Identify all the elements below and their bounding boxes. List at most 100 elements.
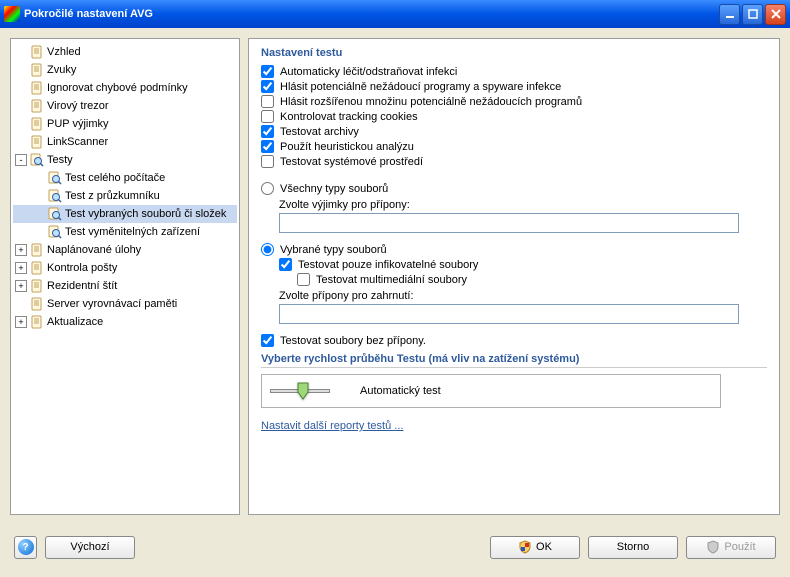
tree-item-label: Ignorovat chybové podmínky bbox=[47, 82, 188, 94]
cancel-button[interactable]: Storno bbox=[588, 536, 678, 559]
tree-item[interactable]: Test vybraných souborů či složek bbox=[13, 205, 237, 223]
tree-expand-icon[interactable]: + bbox=[15, 316, 27, 328]
page-icon bbox=[29, 98, 45, 114]
magnifier-icon bbox=[47, 188, 63, 204]
include-extensions-input[interactable] bbox=[279, 304, 739, 324]
tree-item[interactable]: Test vyměnitelných zařízení bbox=[13, 223, 237, 241]
chk-infectable[interactable] bbox=[279, 258, 292, 271]
page-icon bbox=[29, 116, 45, 132]
apply-button[interactable]: Použít bbox=[686, 536, 776, 559]
chk-multimedia-label: Testovat multimediální soubory bbox=[316, 274, 467, 286]
tree-expand-icon[interactable]: - bbox=[15, 154, 27, 166]
radio-all-row[interactable]: Všechny typy souborů bbox=[261, 182, 767, 195]
radio-all-label: Všechny typy souborů bbox=[280, 183, 388, 195]
titlebar: Pokročilé nastavení AVG bbox=[0, 0, 790, 28]
chk-infectable-label: Testovat pouze infikovatelné soubory bbox=[298, 259, 478, 271]
include-label: Zvolte přípony pro zahrnutí: bbox=[261, 290, 767, 302]
tree-item-label: Rezidentní štít bbox=[47, 280, 117, 292]
close-button[interactable] bbox=[765, 4, 786, 25]
tree-item-label: Kontrola pošty bbox=[47, 262, 117, 274]
speed-slider-box: Automatický test bbox=[261, 374, 721, 408]
setting-checkbox-row[interactable]: Hlásit rozšířenou množinu potenciálně ne… bbox=[261, 95, 767, 108]
chk-multimedia[interactable] bbox=[297, 273, 310, 286]
setting-checkbox-row[interactable]: Hlásit potenciálně nežádoucí programy a … bbox=[261, 80, 767, 93]
tree-item[interactable]: Ignorovat chybové podmínky bbox=[13, 79, 237, 97]
page-icon bbox=[29, 62, 45, 78]
setting-checkbox[interactable] bbox=[261, 155, 274, 168]
setting-checkbox[interactable] bbox=[261, 125, 274, 138]
tree-item[interactable]: + Kontrola pošty bbox=[13, 259, 237, 277]
help-button[interactable]: ? bbox=[14, 536, 37, 559]
page-icon bbox=[29, 44, 45, 60]
setting-checkbox[interactable] bbox=[261, 65, 274, 78]
app-icon bbox=[4, 6, 20, 22]
page-icon bbox=[29, 242, 45, 258]
reports-link[interactable]: Nastavit další reporty testů ... bbox=[261, 420, 403, 432]
tree-item-label: Test vyměnitelných zařízení bbox=[65, 226, 200, 238]
tree-expand-icon[interactable]: + bbox=[15, 244, 27, 256]
setting-checkbox-row[interactable]: Kontrolovat tracking cookies bbox=[261, 110, 767, 123]
tree-item-label: Virový trezor bbox=[47, 100, 109, 112]
chk-noext[interactable] bbox=[261, 334, 274, 347]
tree-item[interactable]: Vzhled bbox=[13, 43, 237, 61]
exclude-extensions-input[interactable] bbox=[279, 213, 739, 233]
default-button[interactable]: Výchozí bbox=[45, 536, 135, 559]
setting-checkbox-label: Testovat archivy bbox=[280, 126, 359, 138]
tree-item-label: LinkScanner bbox=[47, 136, 108, 148]
setting-checkbox-row[interactable]: Testovat archivy bbox=[261, 125, 767, 138]
radio-selected-types[interactable] bbox=[261, 243, 274, 256]
setting-checkbox-row[interactable]: Použít heuristickou analýzu bbox=[261, 140, 767, 153]
chk-infectable-row[interactable]: Testovat pouze infikovatelné soubory bbox=[261, 258, 767, 271]
setting-checkbox-row[interactable]: Automaticky léčit/odstraňovat infekci bbox=[261, 65, 767, 78]
tree-expand-icon[interactable]: + bbox=[15, 262, 27, 274]
chk-multimedia-row[interactable]: Testovat multimediální soubory bbox=[261, 273, 767, 286]
speed-slider[interactable] bbox=[270, 389, 330, 393]
tree-item-label: Naplánované úlohy bbox=[47, 244, 141, 256]
tree-item[interactable]: Virový trezor bbox=[13, 97, 237, 115]
tree-item-label: Zvuky bbox=[47, 64, 76, 76]
page-icon bbox=[29, 260, 45, 276]
setting-checkbox-label: Použít heuristickou analýzu bbox=[280, 141, 414, 153]
magnifier-icon bbox=[47, 224, 63, 240]
exclude-label: Zvolte výjimky pro přípony: bbox=[261, 199, 767, 211]
tree-item[interactable]: Test celého počítače bbox=[13, 169, 237, 187]
tree-item-label: Testy bbox=[47, 154, 73, 166]
setting-checkbox-label: Hlásit potenciálně nežádoucí programy a … bbox=[280, 81, 561, 93]
tree-item[interactable]: +Aktualizace bbox=[13, 313, 237, 331]
minimize-button[interactable] bbox=[719, 4, 740, 25]
tree-item[interactable]: PUP výjimky bbox=[13, 115, 237, 133]
nav-tree[interactable]: Vzhled Zvuky Ignorovat chybové podmínky Vir… bbox=[10, 38, 240, 515]
ok-button[interactable]: OK bbox=[490, 536, 580, 559]
setting-checkbox-label: Kontrolovat tracking cookies bbox=[280, 111, 418, 123]
shield-icon bbox=[518, 540, 532, 554]
tree-expand-icon[interactable]: + bbox=[15, 280, 27, 292]
setting-checkbox[interactable] bbox=[261, 110, 274, 123]
tree-item[interactable]: Server vyrovnávací paměti bbox=[13, 295, 237, 313]
setting-checkbox-row[interactable]: Testovat systémové prostředí bbox=[261, 155, 767, 168]
tree-item-label: Test vybraných souborů či složek bbox=[65, 208, 226, 220]
magnifier-icon bbox=[47, 206, 63, 222]
tree-item[interactable]: LinkScanner bbox=[13, 133, 237, 151]
tree-item[interactable]: + Naplánované úlohy bbox=[13, 241, 237, 259]
tree-item[interactable]: - Testy bbox=[13, 151, 237, 169]
tree-item[interactable]: Zvuky bbox=[13, 61, 237, 79]
magnifier-icon bbox=[47, 170, 63, 186]
page-icon bbox=[29, 314, 45, 330]
setting-checkbox-label: Testovat systémové prostředí bbox=[280, 156, 423, 168]
settings-panel: Nastavení testu Automaticky léčit/odstra… bbox=[248, 38, 780, 515]
radio-sel-row[interactable]: Vybrané typy souborů bbox=[261, 243, 767, 256]
footer: ? Výchozí OK Storno Použít bbox=[0, 525, 790, 569]
tree-item[interactable]: Test z průzkumníku bbox=[13, 187, 237, 205]
setting-checkbox[interactable] bbox=[261, 80, 274, 93]
speed-label: Automatický test bbox=[360, 385, 441, 397]
help-icon: ? bbox=[18, 539, 34, 555]
radio-all-types[interactable] bbox=[261, 182, 274, 195]
maximize-button[interactable] bbox=[742, 4, 763, 25]
slider-thumb-icon[interactable] bbox=[297, 382, 309, 400]
setting-checkbox[interactable] bbox=[261, 95, 274, 108]
chk-noext-row[interactable]: Testovat soubory bez přípony. bbox=[261, 334, 767, 347]
setting-checkbox[interactable] bbox=[261, 140, 274, 153]
tree-item[interactable]: + Rezidentní štít bbox=[13, 277, 237, 295]
tree-item-label: Test celého počítače bbox=[65, 172, 165, 184]
setting-checkbox-label: Automaticky léčit/odstraňovat infekci bbox=[280, 66, 457, 78]
